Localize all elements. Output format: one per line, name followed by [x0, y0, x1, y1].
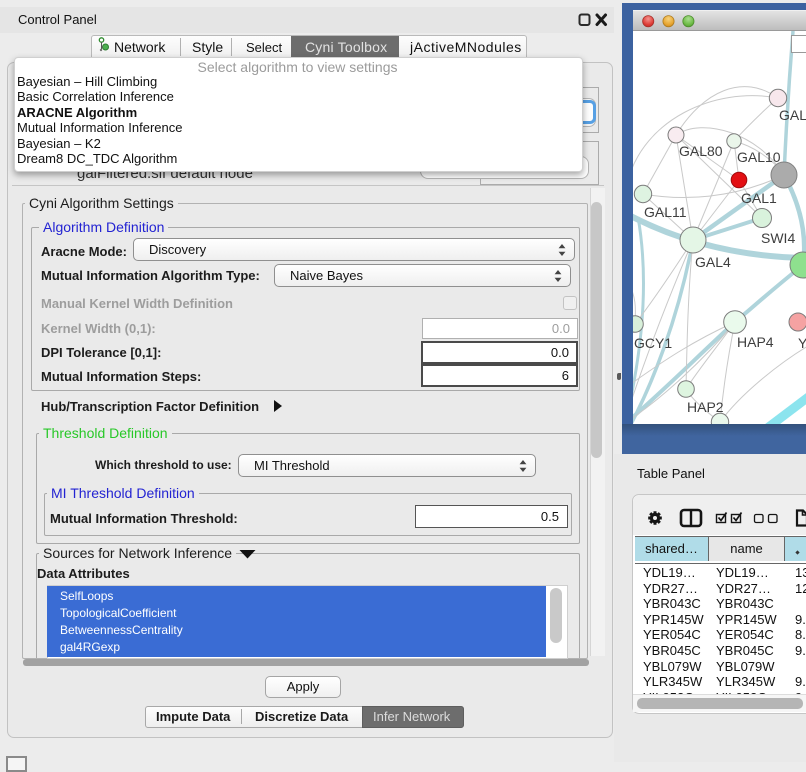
svg-text:GAL: GAL — [779, 107, 806, 123]
svg-text:SWI4: SWI4 — [761, 230, 795, 246]
svg-text:GAL11: GAL11 — [644, 204, 687, 220]
svg-text:HAP4: HAP4 — [737, 334, 774, 350]
svg-text:Y: Y — [798, 335, 806, 351]
svg-text:GAL1: GAL1 — [741, 190, 777, 206]
svg-text:GCY1: GCY1 — [634, 335, 672, 351]
svg-text:GAL80: GAL80 — [679, 143, 723, 159]
svg-text:GAL10: GAL10 — [737, 149, 781, 165]
svg-text:HAP2: HAP2 — [687, 399, 724, 415]
svg-text:GAL4: GAL4 — [695, 254, 731, 270]
